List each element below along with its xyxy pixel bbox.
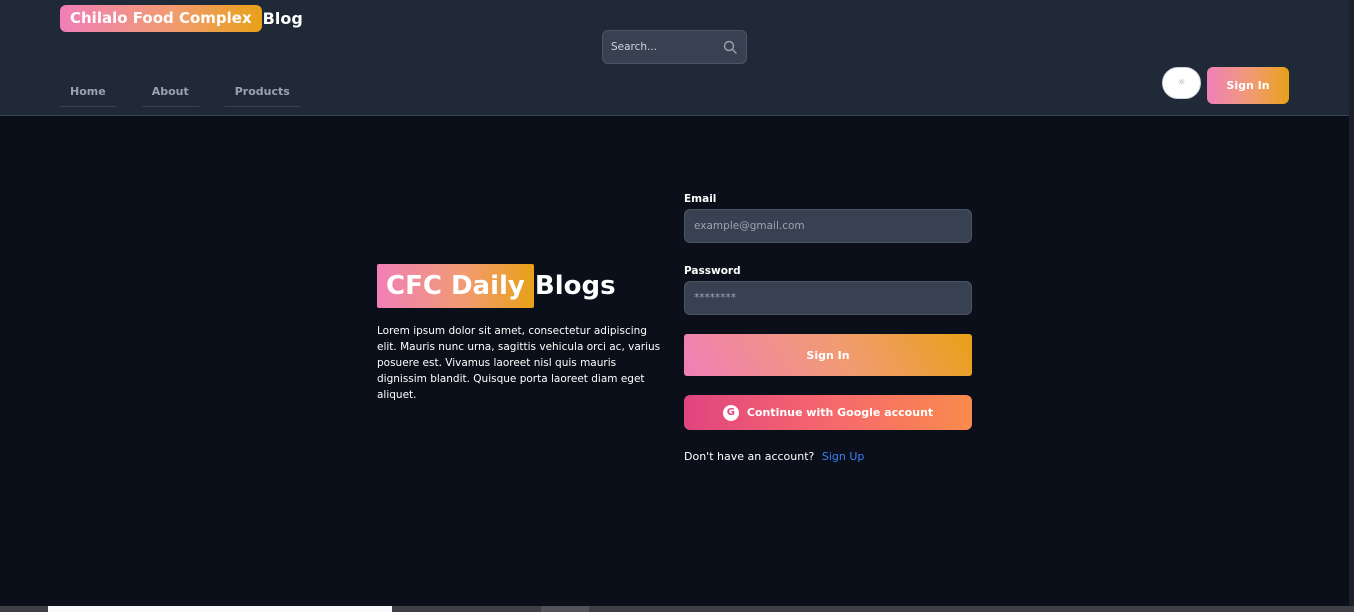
- search-input[interactable]: [603, 31, 715, 63]
- email-label: Email: [684, 193, 717, 205]
- header-sign-in-button[interactable]: Sign In: [1207, 67, 1289, 104]
- google-sign-in-label: Continue with Google account: [746, 406, 934, 419]
- search-box: [602, 30, 747, 64]
- main-nav: Home About Products: [60, 78, 326, 107]
- horizontal-scrollbar-thumb[interactable]: [48, 606, 392, 612]
- hero-title: CFC Daily Blogs: [377, 264, 667, 308]
- email-field[interactable]: [684, 209, 972, 243]
- nav-about[interactable]: About: [141, 78, 199, 107]
- sun-icon: ☼: [1177, 77, 1186, 88]
- hero-description: Lorem ipsum dolor sit amet, consectetur …: [377, 325, 661, 401]
- vertical-scrollbar[interactable]: [1349, 0, 1354, 612]
- signup-prompt: Don't have an account?: [684, 450, 815, 463]
- brand-highlight: Chilalo Food Complex: [60, 5, 262, 32]
- horizontal-scrollbar-segment: [541, 606, 589, 612]
- sign-in-submit-button[interactable]: Sign In: [684, 334, 972, 376]
- nav-home[interactable]: Home: [60, 78, 116, 107]
- signup-row: Don't have an account? Sign Up: [684, 450, 972, 463]
- nav-products[interactable]: Products: [224, 78, 300, 107]
- brand-tail: Blog: [262, 9, 303, 28]
- brand-logo[interactable]: Chilalo Food Complex Blog: [60, 5, 303, 32]
- password-label: Password: [684, 265, 741, 277]
- google-sign-in-button[interactable]: G Continue with Google account: [684, 395, 972, 430]
- sign-in-form: Email Password Sign In G Continue with G…: [684, 193, 972, 463]
- search-icon[interactable]: [723, 40, 737, 54]
- hero-title-highlight: CFC Daily: [377, 264, 534, 308]
- hero-title-tail: Blogs: [534, 271, 616, 301]
- hero-section: CFC Daily Blogs Lorem ipsum dolor sit am…: [377, 264, 667, 403]
- sign-up-link[interactable]: Sign Up: [822, 450, 865, 463]
- google-icon: G: [722, 404, 739, 421]
- theme-toggle-button[interactable]: ☼: [1162, 67, 1201, 99]
- site-header: Chilalo Food Complex Blog Home About Pro…: [0, 0, 1349, 116]
- password-field[interactable]: [684, 281, 972, 315]
